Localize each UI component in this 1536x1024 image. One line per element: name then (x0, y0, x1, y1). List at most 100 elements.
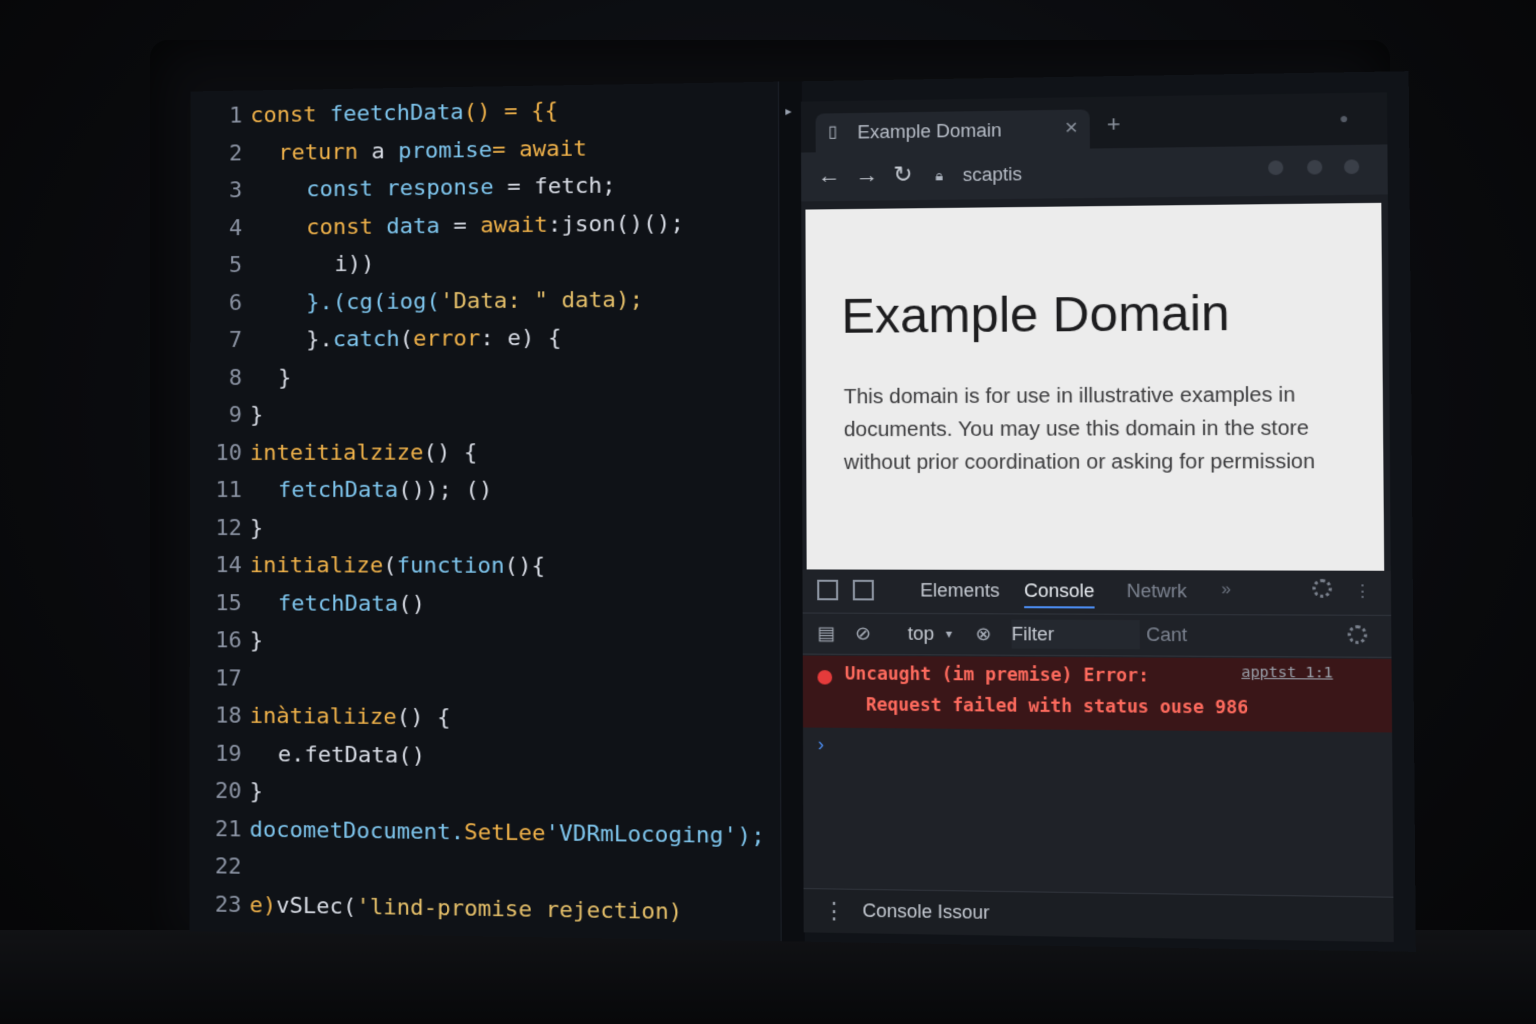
chevron-down-icon[interactable]: ▾ (946, 623, 952, 644)
code-token: e.fetData() (277, 741, 426, 769)
line-number: 7 (228, 327, 243, 353)
code-token: const (306, 176, 387, 203)
code-token: 'Data: " data); (439, 286, 644, 314)
code-line[interactable]: 17 (190, 661, 782, 701)
code-line[interactable]: 14 initialize(function(){ (190, 548, 782, 586)
browser-window: ▯ Example Domain ✕ + ● ← → ↻ 🔒︎ scaptis … (800, 92, 1394, 943)
back-icon[interactable]: ← (818, 160, 841, 191)
code-text: }.(cg(iog('Data: " data); (306, 282, 643, 321)
code-token: a (371, 138, 399, 165)
collapse-arrow-icon[interactable]: ▸ (785, 104, 791, 118)
code-token: function (396, 553, 505, 579)
code-token: = (493, 174, 535, 201)
line-number: 5 (228, 253, 243, 279)
code-line[interactable]: 10 inteitialzize() { (190, 434, 781, 472)
code-line[interactable]: 2 return a promise= await (191, 128, 781, 173)
console-error-message[interactable]: Uncaught (im premise) Error: Request fai… (802, 655, 1393, 733)
code-text: return a promise= await (278, 131, 587, 171)
lock-icon: 🔒︎ (935, 166, 944, 184)
code-text: const response = fetch; (306, 168, 615, 208)
clear-console-icon[interactable]: ⊘ (855, 623, 871, 644)
more-tabs-icon[interactable]: » (1221, 581, 1231, 600)
code-line[interactable]: 3 const response = fetch; (190, 166, 780, 210)
new-tab-icon[interactable]: + (1107, 109, 1121, 140)
line-number: 2 (229, 140, 243, 166)
code-line[interactable]: 20} (190, 774, 783, 817)
drawer-title[interactable]: Console Issour (862, 900, 989, 924)
tab-elements[interactable]: Elements (920, 580, 1000, 602)
code-text: i)) (334, 247, 374, 283)
line-number: 10 (215, 440, 242, 466)
code-token: catch (332, 326, 400, 353)
code-token: i)) (334, 251, 375, 278)
code-line[interactable]: 4 const data = await:json()(); (190, 204, 780, 247)
browser-tab[interactable]: ▯ Example Domain ✕ (815, 109, 1090, 153)
code-token: :json()(); (547, 210, 684, 238)
tab-network[interactable]: Netwrk (1127, 581, 1187, 603)
live-expression-icon[interactable]: ⊗ (975, 624, 991, 645)
code-token: docometDocument. (249, 816, 465, 845)
address-bar[interactable]: 🔒︎ scaptis (935, 155, 1244, 192)
code-text: initialize(function(){ (250, 548, 545, 585)
code-token: data (386, 213, 440, 240)
line-number: 3 (229, 178, 243, 204)
code-token: fetchData (277, 590, 399, 617)
code-token: ( (383, 553, 397, 579)
profile-icon[interactable] (1307, 159, 1323, 175)
code-line[interactable]: 12} (190, 510, 782, 547)
filter-input[interactable]: Filter (1011, 619, 1140, 650)
line-number: 16 (215, 628, 242, 654)
code-line[interactable]: 18 inàtialiize() { (190, 698, 782, 739)
line-number: 14 (215, 553, 242, 579)
console-toolbar: ▤ ⊘ top ▾ ⊗ Filter Cant (802, 612, 1392, 658)
code-line[interactable]: 16} (190, 623, 782, 663)
code-line[interactable]: 7}.catch(error: e) { (190, 319, 781, 359)
error-icon (817, 670, 833, 685)
sidebar-toggle-icon[interactable]: ▤ (817, 623, 835, 644)
kebab-menu-icon[interactable]: ⋮ (1354, 581, 1372, 602)
window-control-icon[interactable]: ● (1339, 110, 1348, 127)
console-prompt[interactable]: › (818, 734, 824, 756)
settings-gear-icon[interactable] (1312, 578, 1333, 598)
error-line-1: Uncaught (im premise) Error: (844, 664, 1150, 687)
code-line[interactable]: 23 e)vSLec('lind-promise rejection) (189, 887, 782, 933)
code-token: () { (396, 704, 451, 731)
inspect-icon[interactable] (817, 579, 839, 601)
console-settings-icon[interactable] (1347, 625, 1368, 645)
console-drawer: ⋮ Console Issour (803, 888, 1394, 943)
forward-icon[interactable]: → (855, 160, 878, 191)
code-line[interactable]: 8} (190, 357, 781, 396)
code-line[interactable]: 5 i)) (190, 242, 780, 284)
code-line[interactable]: 9} (190, 395, 781, 434)
code-token: = await (492, 135, 587, 163)
code-line[interactable]: 6}.(cg(iog('Data: " data); (190, 281, 780, 322)
code-line[interactable]: 11 fetchData()); () (190, 472, 781, 509)
device-toggle-icon[interactable] (852, 579, 874, 601)
drawer-menu-icon[interactable]: ⋮ (822, 898, 845, 925)
line-number: 11 (215, 477, 242, 503)
code-token: vSLec( (276, 892, 357, 920)
code-text: const data = await:json()(); (306, 205, 684, 245)
code-text: fetchData()); () (278, 473, 492, 509)
code-line[interactable]: 21 docometDocument.SetLee'VDRmLocoging'); (189, 811, 782, 855)
line-number: 4 (228, 215, 243, 241)
code-token: }.(cg(iog( (306, 288, 440, 315)
menu-icon[interactable] (1343, 159, 1360, 175)
code-token: promise (398, 137, 493, 164)
line-number: 1 (229, 103, 243, 129)
extension-icon[interactable] (1268, 160, 1284, 176)
log-levels-dropdown[interactable]: Cant (1146, 624, 1187, 646)
browser-nav-bar: ← → ↻ 🔒︎ scaptis (801, 144, 1388, 202)
code-token: } (250, 402, 264, 428)
error-source-link[interactable]: apptst 1:1 (1241, 664, 1333, 681)
context-selector[interactable]: top (908, 623, 935, 645)
reload-icon[interactable]: ↻ (893, 159, 912, 190)
devtools-panel: Elements Console Netwrk » ⋮ ▤ ⊘ top ▾ ⊗ … (802, 569, 1394, 943)
code-line[interactable]: 15 fetchData() (190, 586, 782, 625)
tab-console[interactable]: Console (1024, 580, 1095, 609)
line-number: 9 (228, 402, 243, 428)
close-tab-icon[interactable]: ✕ (1064, 110, 1078, 149)
code-line[interactable]: 19 e.fetData() (190, 736, 783, 778)
code-editor[interactable]: 1 const feetchData() = {{2 return a promis… (189, 81, 783, 942)
line-number: 18 (215, 703, 242, 729)
